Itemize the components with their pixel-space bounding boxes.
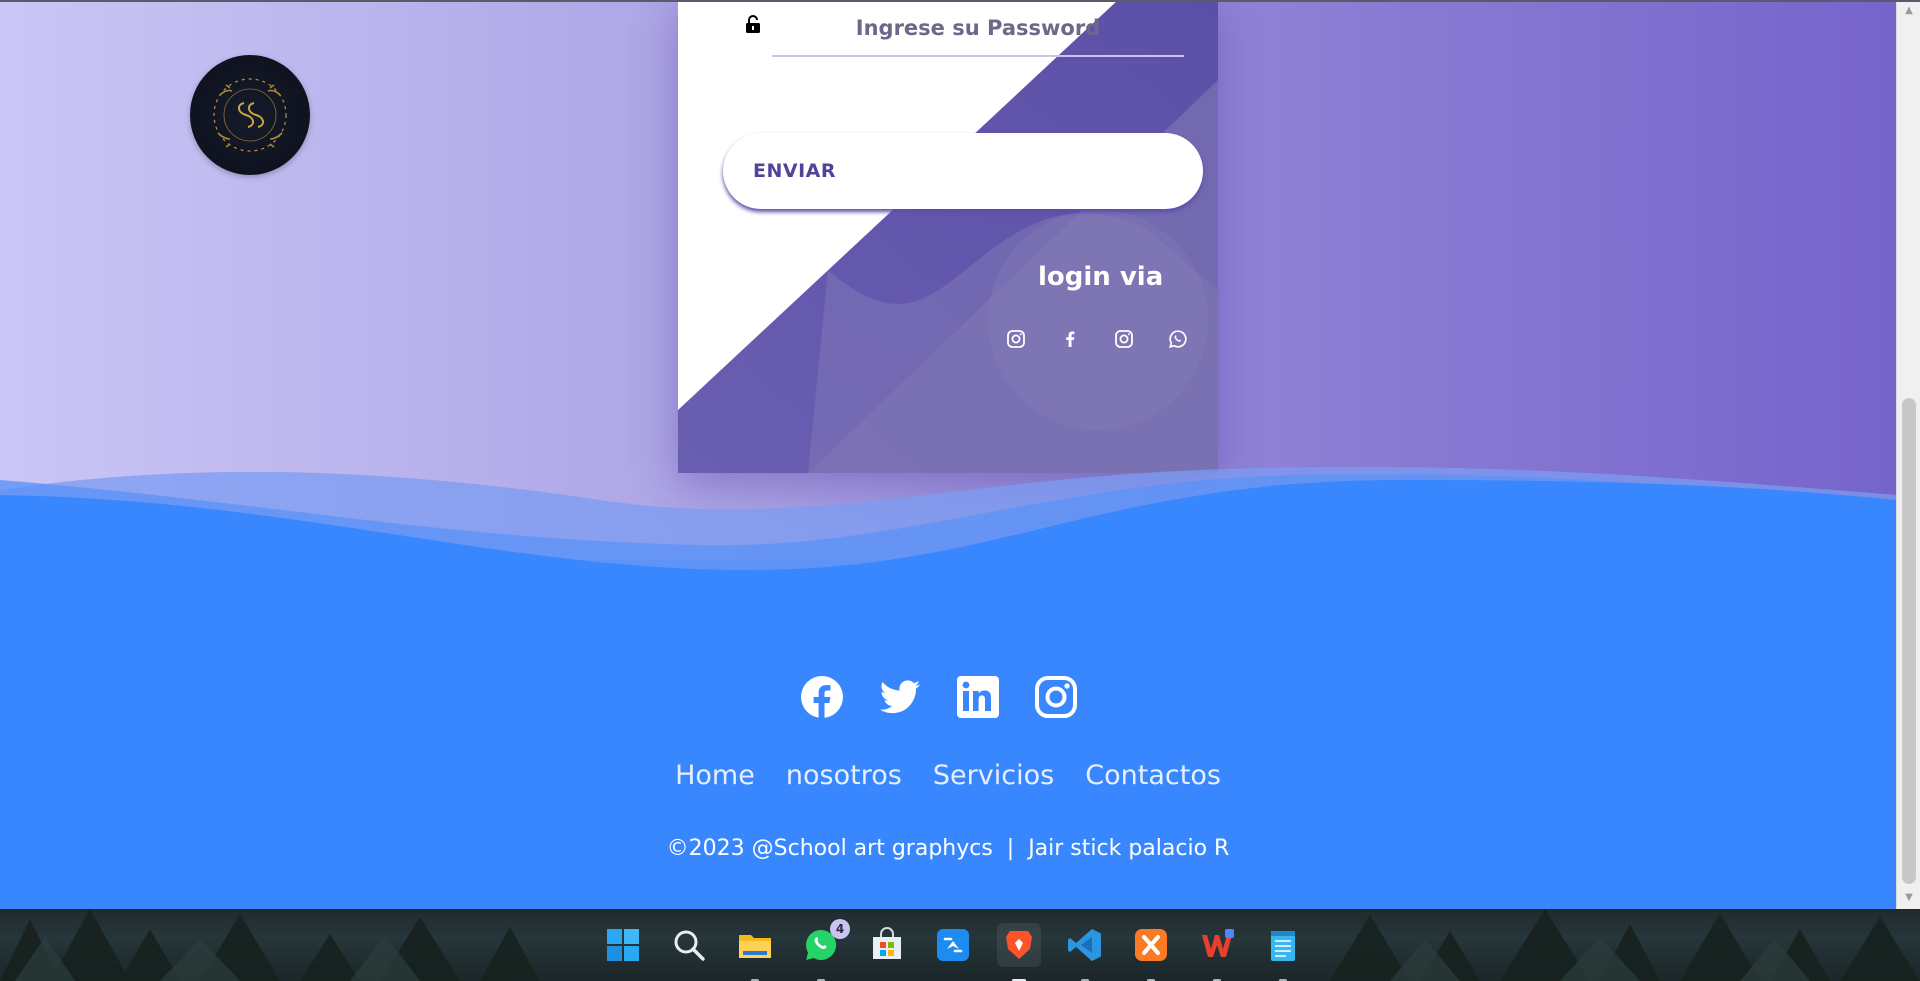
brand-logo[interactable]	[190, 55, 310, 175]
footer-social-links	[0, 675, 1896, 721]
window-top-border	[0, 0, 1920, 2]
windows-start-icon[interactable]	[601, 923, 645, 967]
windows-taskbar: 4	[0, 909, 1920, 981]
card-background	[678, 0, 1218, 473]
brave-browser-icon[interactable]	[997, 923, 1041, 981]
logo-emblem-icon	[213, 78, 287, 152]
facebook-icon[interactable]	[800, 675, 844, 719]
twitter-icon[interactable]	[878, 675, 922, 719]
whatsapp-icon[interactable]	[1165, 326, 1191, 352]
link-app-icon[interactable]	[931, 923, 975, 967]
login-card: ENVIAR login via	[678, 0, 1218, 473]
footer-nav: Home nosotros Servicios Contactos	[0, 760, 1896, 791]
wps-office-icon[interactable]	[1195, 923, 1239, 981]
instagram-icon[interactable]	[1111, 326, 1137, 352]
nav-link-nosotros[interactable]: nosotros	[786, 760, 902, 791]
linkedin-icon[interactable]	[956, 675, 1000, 719]
facebook-icon[interactable]	[1057, 326, 1083, 352]
copyright-text: ©2023 @School art graphycs | Jair stick …	[666, 836, 1230, 861]
page-viewport: ENVIAR login via Home nosotros Servicios…	[0, 0, 1896, 909]
xampp-icon[interactable]	[1129, 923, 1173, 981]
file-explorer-icon[interactable]	[733, 923, 777, 981]
password-input[interactable]	[772, 8, 1184, 48]
scroll-thumb[interactable]	[1902, 398, 1916, 884]
scroll-up-arrow-icon[interactable]: ▲	[1897, 0, 1920, 22]
instagram-icon[interactable]	[1003, 326, 1029, 352]
nav-link-servicios[interactable]: Servicios	[933, 760, 1054, 791]
vscode-icon[interactable]	[1063, 923, 1107, 981]
password-underline	[772, 55, 1184, 57]
search-icon[interactable]	[667, 923, 711, 967]
instagram-icon[interactable]	[1034, 675, 1078, 719]
lock-open-icon	[746, 15, 760, 33]
notepad-icon[interactable]	[1261, 923, 1305, 981]
whatsapp-notification-badge: 4	[830, 919, 850, 939]
password-row	[678, 0, 1218, 60]
nav-link-home[interactable]: Home	[675, 760, 755, 791]
nav-link-contactos[interactable]: Contactos	[1085, 760, 1221, 791]
scroll-down-arrow-icon[interactable]: ▼	[1897, 887, 1920, 909]
page-scrollbar[interactable]: ▲ ▼	[1896, 0, 1920, 909]
enviar-button[interactable]: ENVIAR	[723, 133, 1203, 209]
footer: Home nosotros Servicios Contactos ©2023 …	[0, 600, 1896, 909]
login-via-label: login via	[1038, 262, 1164, 292]
microsoft-store-icon[interactable]	[865, 923, 909, 967]
